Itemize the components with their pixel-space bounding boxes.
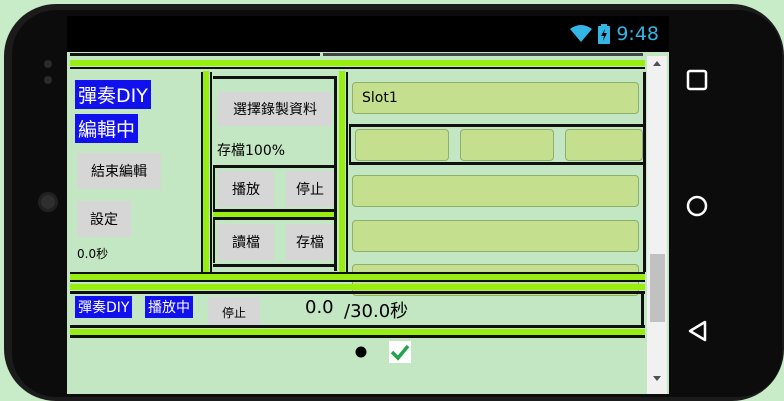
end-edit-button[interactable]: 結束編輯 xyxy=(77,153,161,189)
load-button[interactable]: 讀檔 xyxy=(218,224,274,260)
top-divider-left xyxy=(70,53,320,56)
slot-field[interactable]: Slot1 xyxy=(352,82,639,114)
recents-button[interactable] xyxy=(669,52,725,108)
save-button[interactable]: 存檔 xyxy=(286,224,334,260)
mid-line-1-left xyxy=(213,167,215,209)
mid-right-line xyxy=(334,76,337,271)
bottom-stop-button[interactable]: 停止 xyxy=(208,297,260,327)
top-green-bar xyxy=(70,60,645,66)
top-dark-line xyxy=(70,67,645,69)
left-col-divider-green xyxy=(203,71,209,273)
total-time: /30.0秒 xyxy=(344,301,409,322)
mid-line-3 xyxy=(213,217,337,220)
field-row-1[interactable] xyxy=(355,129,449,161)
wifi-icon xyxy=(570,25,593,42)
field-row-3[interactable] xyxy=(565,129,643,161)
app-screen: 9:48 彈奏DIY 編輯中 結束編輯 設定 0.0秒 選擇錄製資料 存檔100… xyxy=(67,16,669,394)
scrollbar-track[interactable] xyxy=(647,56,667,394)
left-col-divider-dark-2 xyxy=(210,72,212,272)
current-time: 0.0 xyxy=(305,297,334,318)
checkmark-icon[interactable] xyxy=(389,341,411,363)
right-col-divider-green xyxy=(339,71,345,273)
playing-label: 播放中 xyxy=(145,296,193,318)
play-button[interactable]: 播放 xyxy=(218,171,274,207)
right-edge-line xyxy=(643,72,646,272)
camera xyxy=(38,192,58,212)
field-1[interactable] xyxy=(352,175,639,207)
android-nav-bar xyxy=(669,16,725,394)
status-time: 9:48 xyxy=(616,23,659,45)
bottom-bar-bottom-line xyxy=(70,325,645,328)
mid-separator-dark-2 xyxy=(70,280,645,282)
mid-line-4 xyxy=(213,264,337,267)
status-bar: 9:48 xyxy=(67,16,669,52)
right-line-2 xyxy=(349,162,643,165)
right-col-divider-dark xyxy=(346,72,348,272)
mode-label: 編輯中 xyxy=(75,114,139,143)
right-line-1-left xyxy=(349,126,351,162)
sensor-dot xyxy=(44,76,52,84)
settings-button[interactable]: 設定 xyxy=(77,201,131,237)
home-button[interactable] xyxy=(669,178,725,234)
mid-line-3-left xyxy=(213,219,215,263)
select-record-button[interactable]: 選擇錄製資料 xyxy=(218,92,332,126)
scroll-down-icon[interactable] xyxy=(651,374,663,384)
app-title-label: 彈奏DIY xyxy=(75,80,151,109)
scrollbar-thumb[interactable] xyxy=(650,254,665,322)
bottom-bar-top-line xyxy=(70,291,645,294)
scroll-up-icon[interactable] xyxy=(651,58,663,68)
mid-line-1 xyxy=(213,165,337,168)
recents-icon xyxy=(686,69,708,91)
right-line-1 xyxy=(349,124,643,127)
time-readout: 0.0秒 xyxy=(77,247,109,261)
dot-icon xyxy=(355,346,367,358)
bottom-title-label: 彈奏DIY xyxy=(75,296,133,318)
footer-dark-line xyxy=(70,335,645,338)
field-2[interactable] xyxy=(352,220,639,252)
back-button[interactable] xyxy=(669,303,725,359)
mid-top-line xyxy=(213,76,337,79)
home-icon xyxy=(686,195,708,217)
battery-icon xyxy=(598,24,611,44)
speaker-dot xyxy=(44,60,52,68)
bottom-bar-green xyxy=(70,284,645,290)
bottom-bar-right-line xyxy=(641,294,644,327)
back-icon xyxy=(688,320,707,342)
top-divider-right xyxy=(323,53,643,56)
save-progress: 存檔100% xyxy=(217,143,286,159)
field-row-2[interactable] xyxy=(460,129,554,161)
stop-button[interactable]: 停止 xyxy=(286,171,334,207)
